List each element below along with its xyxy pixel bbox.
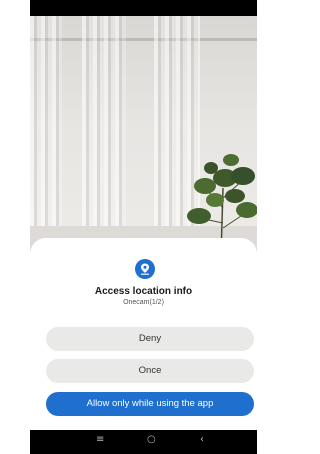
- background-photo: [30, 16, 257, 256]
- recent-apps-icon[interactable]: ≡: [96, 434, 104, 445]
- status-bar: [30, 0, 257, 16]
- deny-button[interactable]: Deny: [46, 327, 254, 351]
- once-button[interactable]: Once: [46, 359, 254, 383]
- plant-image: [187, 154, 257, 256]
- location-pin-icon: [135, 259, 155, 279]
- dialog-subtitle: Onecam(1/2): [123, 299, 164, 306]
- dialog-title: Access location info: [94, 286, 193, 297]
- permission-dialog: Access location info Onecam(1/2) Deny On…: [30, 238, 257, 430]
- home-icon[interactable]: ○: [147, 434, 156, 445]
- allow-while-using-button[interactable]: Allow only while using the app: [46, 392, 254, 416]
- curtain-rod: [30, 38, 257, 41]
- back-icon[interactable]: ‹: [200, 434, 204, 445]
- phone-screen: Access location info Onecam(1/2) Deny On…: [0, 0, 259, 454]
- navigation-bar: ≡ ○ ‹: [30, 430, 257, 454]
- right-margin: [257, 0, 259, 454]
- curtain: [30, 16, 62, 256]
- left-margin: [0, 0, 30, 454]
- curtain: [82, 16, 126, 256]
